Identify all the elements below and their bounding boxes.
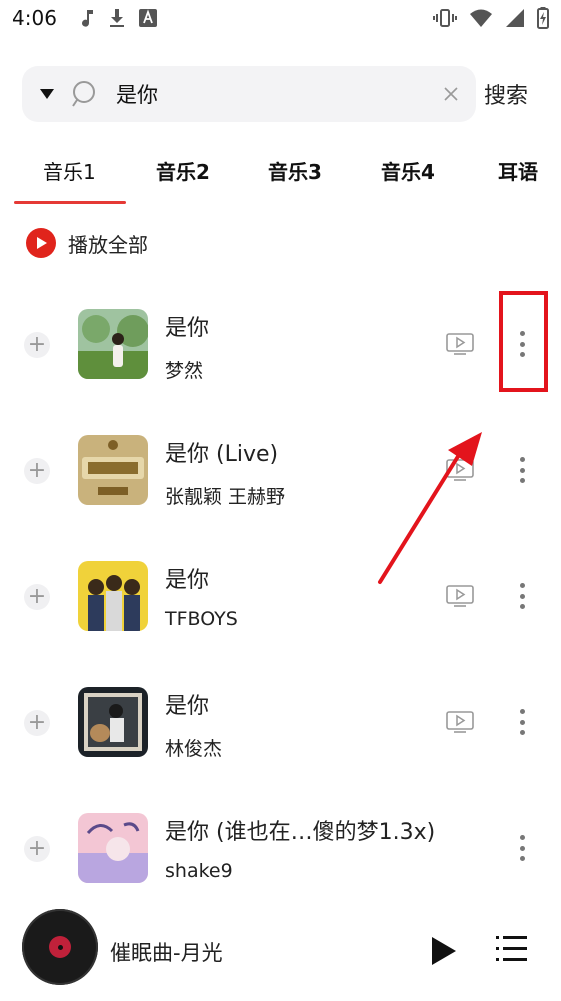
song-row[interactable]: + 是你 TFBOYS	[0, 534, 561, 660]
signal-icon	[506, 9, 524, 27]
wifi-icon	[470, 9, 492, 27]
song-title: 是你 (Live)	[165, 442, 279, 467]
search-button[interactable]: 搜索	[484, 78, 528, 110]
search-input[interactable]: 是你	[116, 79, 444, 109]
add-icon[interactable]: +	[24, 584, 50, 610]
music-note-icon	[81, 10, 93, 27]
add-icon[interactable]: +	[24, 458, 50, 484]
mv-icon[interactable]	[446, 459, 474, 481]
play-all-label: 播放全部	[68, 232, 148, 257]
download-icon	[109, 9, 124, 27]
song-artist: shake9	[165, 860, 233, 882]
status-left-icons	[81, 8, 157, 28]
font-icon	[138, 9, 157, 27]
more-options-icon[interactable]	[516, 705, 528, 739]
playlist-icon[interactable]	[496, 933, 528, 965]
battery-icon	[537, 7, 549, 29]
album-cover	[78, 309, 148, 379]
song-artist: 林俊杰	[165, 738, 223, 760]
song-row[interactable]: + 是你 (Live) 张靓颖 王赫野	[0, 408, 561, 534]
song-title: 是你	[165, 694, 210, 719]
more-options-icon[interactable]	[516, 831, 528, 865]
vibrate-icon	[433, 9, 457, 27]
tab-music-1[interactable]: 音乐1	[43, 156, 96, 185]
clear-icon[interactable]	[444, 87, 458, 101]
song-row[interactable]: + 是你 (谁也在…傻的梦1.3x) shake9	[0, 786, 561, 912]
song-list: + 是你 梦然 + 是你 (Live) 张靓颖 王赫野 + 是你 TFBOYS …	[0, 282, 561, 912]
album-cover	[78, 435, 148, 505]
play-icon[interactable]	[430, 935, 458, 967]
add-icon[interactable]: +	[24, 836, 50, 862]
more-options-icon[interactable]	[516, 453, 528, 487]
vinyl-disc-icon[interactable]	[22, 909, 98, 985]
album-cover	[78, 561, 148, 631]
search-icon	[72, 81, 95, 107]
tab-active-indicator	[14, 201, 126, 204]
mv-icon[interactable]	[446, 333, 474, 355]
status-bar: 4:06	[0, 0, 561, 36]
now-playing-title[interactable]: 催眠曲-月光	[110, 937, 223, 967]
status-right-icons	[433, 7, 549, 29]
song-title: 是你	[165, 568, 210, 593]
dropdown-arrow-icon[interactable]	[40, 89, 54, 99]
album-cover	[78, 813, 148, 883]
tab-bar: 音乐1 音乐2 音乐3 音乐4 耳语	[0, 150, 561, 206]
tab-music-4[interactable]: 音乐4	[381, 156, 435, 185]
song-artist: 梦然	[165, 360, 204, 382]
add-icon[interactable]: +	[24, 332, 50, 358]
play-all-button[interactable]: 播放全部	[26, 228, 148, 258]
status-time: 4:06	[12, 6, 57, 30]
tab-music-3[interactable]: 音乐3	[268, 156, 322, 185]
mini-player[interactable]: 催眠曲-月光	[0, 905, 561, 1001]
song-artist: 张靓颖 王赫野	[165, 486, 286, 508]
song-title: 是你	[165, 316, 210, 341]
search-bar: 是你	[22, 66, 476, 122]
song-title: 是你 (谁也在…傻的梦1.3x)	[165, 820, 436, 845]
more-options-icon[interactable]	[516, 579, 528, 613]
song-row[interactable]: + 是你 林俊杰	[0, 660, 561, 786]
add-icon[interactable]: +	[24, 710, 50, 736]
play-circle-icon	[26, 228, 56, 258]
album-cover	[78, 687, 148, 757]
tab-music-2[interactable]: 音乐2	[156, 156, 210, 185]
song-row[interactable]: + 是你 梦然	[0, 282, 561, 408]
mv-icon[interactable]	[446, 711, 474, 733]
tab-whisper[interactable]: 耳语	[498, 156, 538, 185]
song-artist: TFBOYS	[165, 608, 238, 630]
annotation-highlight-box	[499, 291, 548, 392]
mv-icon[interactable]	[446, 585, 474, 607]
